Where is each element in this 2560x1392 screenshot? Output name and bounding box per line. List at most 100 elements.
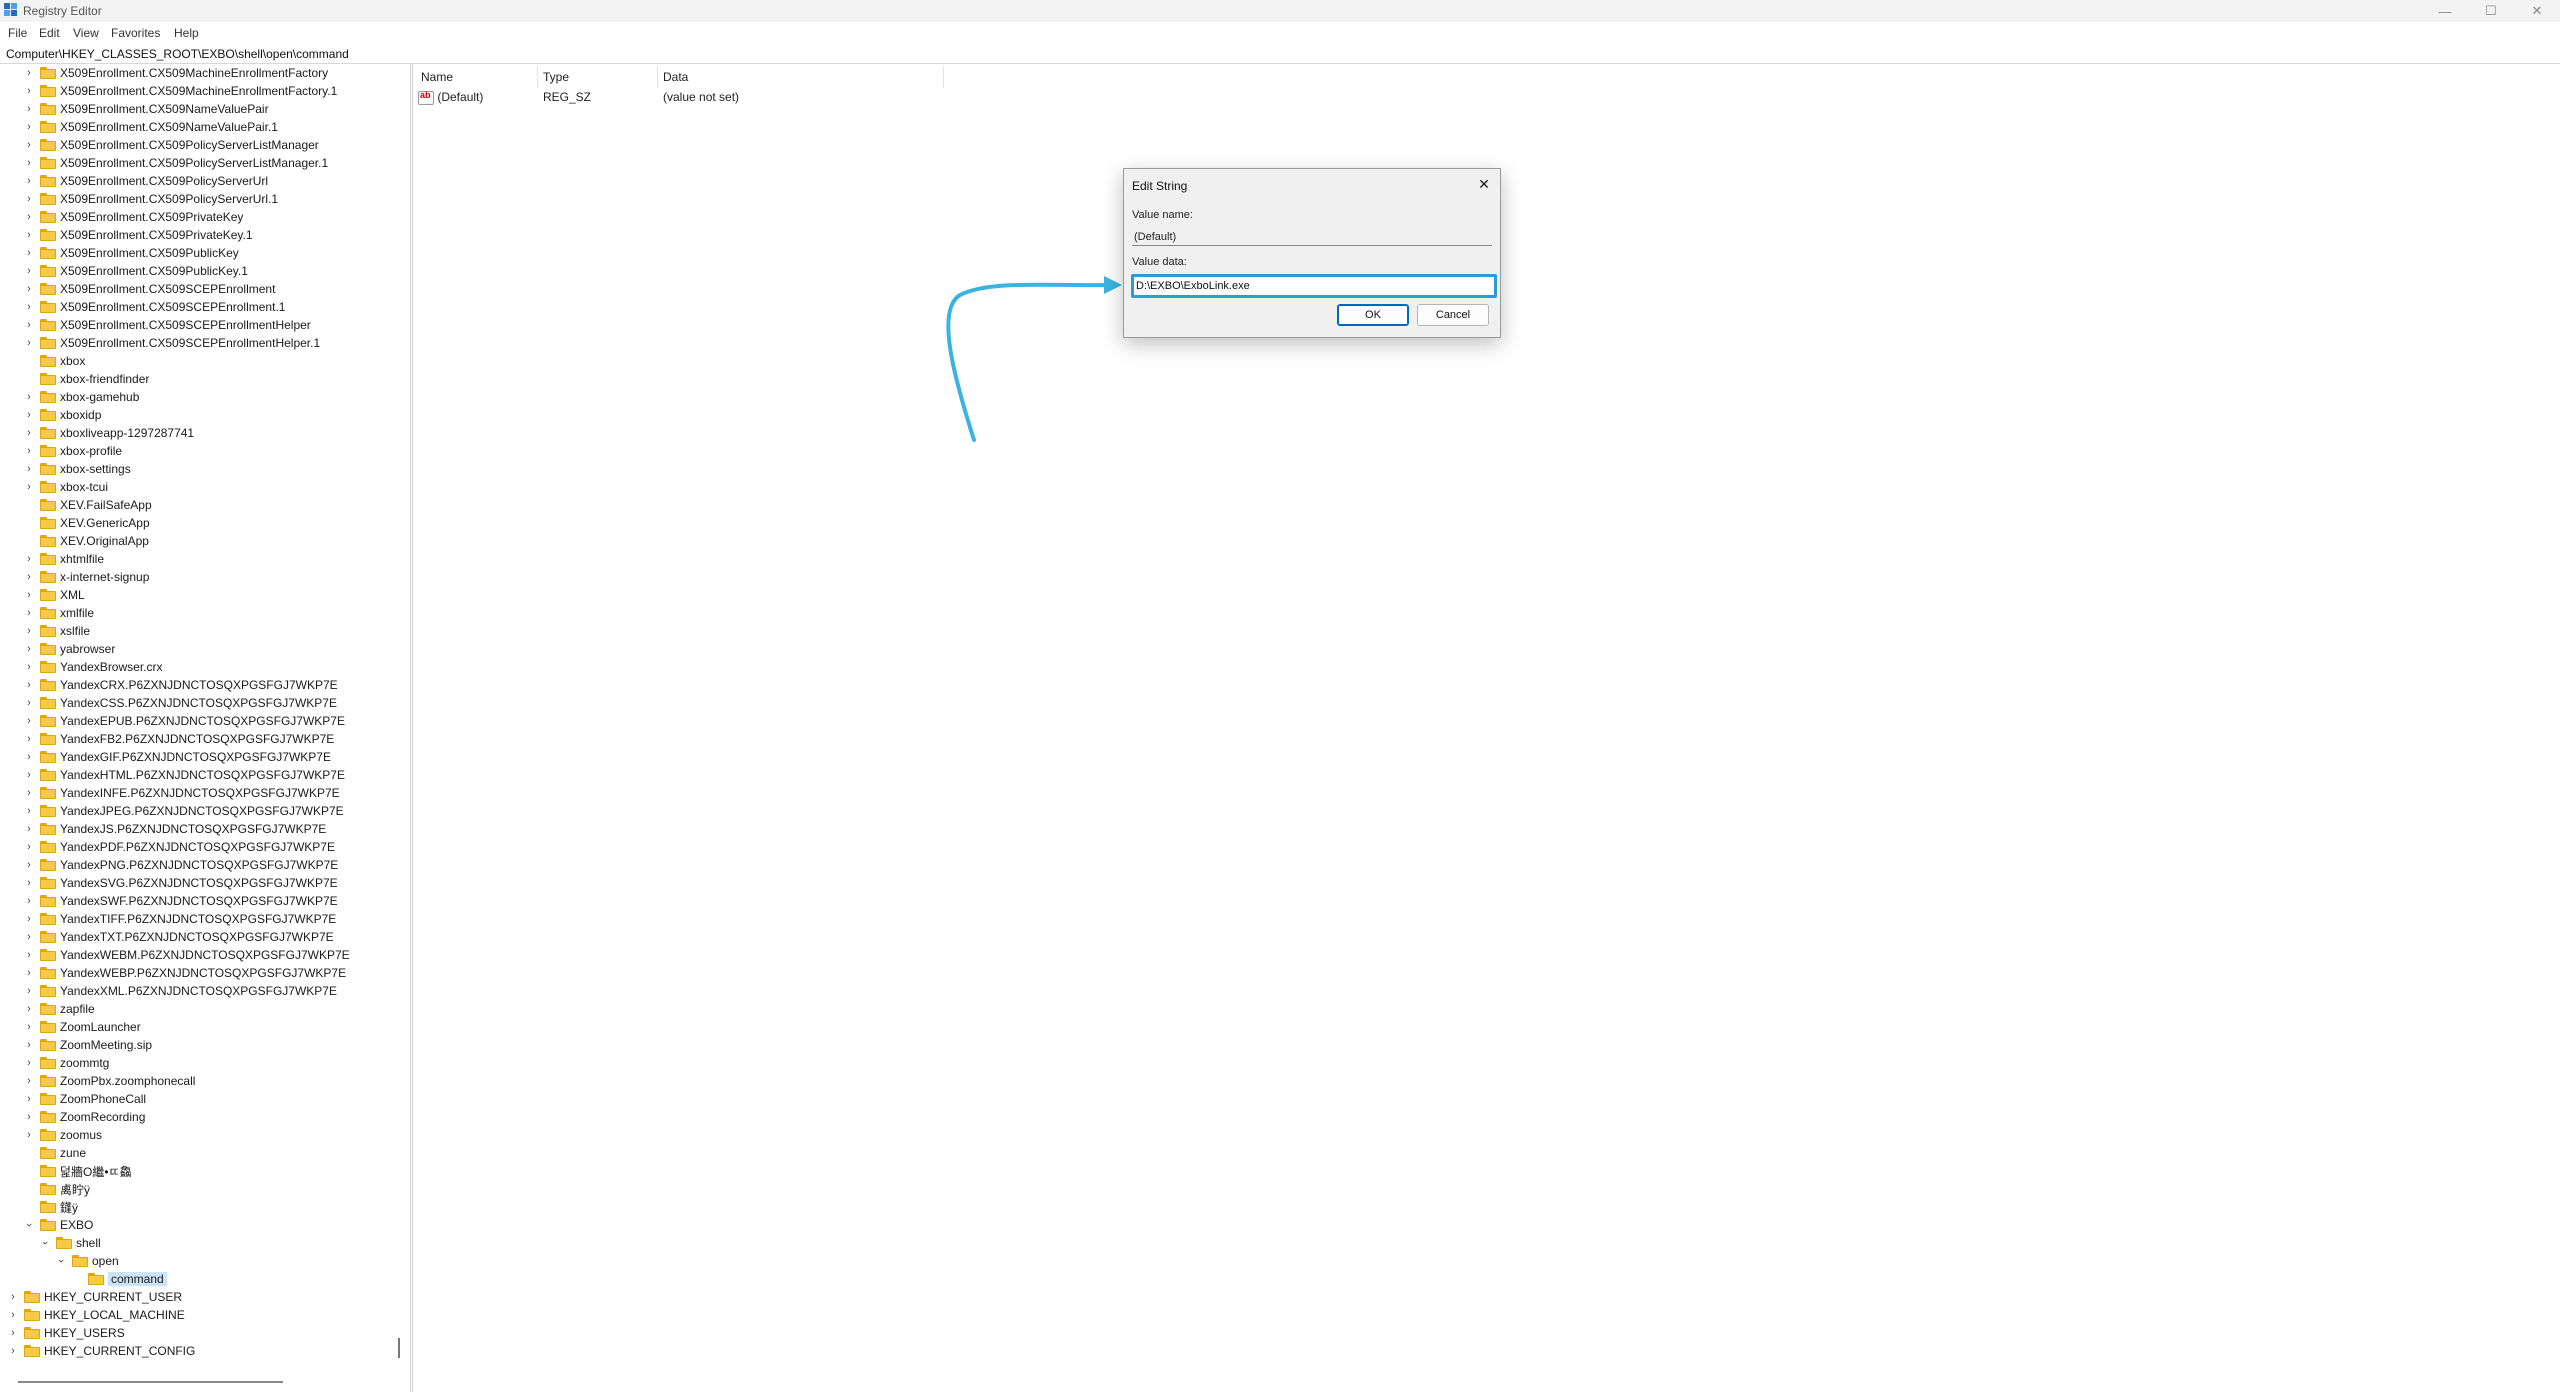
tree-item[interactable]: › zoommtg [24, 1054, 109, 1072]
tree-item[interactable]: › YandexBrowser.crx [24, 658, 162, 676]
chevron-right-icon[interactable]: › [24, 193, 34, 205]
chevron-right-icon[interactable]: › [24, 1003, 34, 1015]
chevron-right-icon[interactable]: › [24, 931, 34, 943]
chevron-right-icon[interactable]: › [24, 229, 34, 241]
chevron-right-icon[interactable]: › [24, 211, 34, 223]
ok-button[interactable]: OK [1337, 304, 1409, 326]
chevron-right-icon[interactable]: › [24, 1039, 34, 1051]
chevron-right-icon[interactable]: › [24, 877, 34, 889]
tree-item[interactable]: › YandexWEBP.P6ZXNJDNCTOSQXPGSFGJ7WKP7E [24, 964, 346, 982]
cancel-button[interactable]: Cancel [1417, 304, 1489, 326]
tree-item[interactable]: › YandexSVG.P6ZXNJDNCTOSQXPGSFGJ7WKP7E [24, 874, 337, 892]
tree-item[interactable]: xbox-friendfinder [24, 370, 149, 388]
tree-item[interactable]: › zapfile [24, 1000, 95, 1018]
chevron-right-icon[interactable]: › [24, 715, 34, 727]
tree-item[interactable]: › ZoomLauncher [24, 1018, 141, 1036]
tree-item[interactable]: › X509Enrollment.CX509PublicKey.1 [24, 262, 248, 280]
tree-item[interactable]: › xhtmlfile [24, 550, 104, 568]
chevron-right-icon[interactable]: › [24, 265, 34, 277]
menu-view[interactable]: View [73, 26, 99, 40]
tree-item[interactable]: › X509Enrollment.CX509SCEPEnrollment.1 [24, 298, 285, 316]
chevron-right-icon[interactable]: › [24, 1129, 34, 1141]
tree-item[interactable]: › YandexPNG.P6ZXNJDNCTOSQXPGSFGJ7WKP7E [24, 856, 338, 874]
tree-item[interactable]: › X509Enrollment.CX509PolicyServerListMan… [24, 154, 328, 172]
chevron-right-icon[interactable]: › [24, 751, 34, 763]
tree-item[interactable]: › xslfile [24, 622, 90, 640]
tree-item[interactable]: › X509Enrollment.CX509MachineEnrollmentFa… [24, 82, 337, 100]
tree-item[interactable]: XEV.OriginalApp [24, 532, 149, 550]
tree-vertical-scrollbar[interactable] [398, 1338, 400, 1358]
tree-item[interactable]: › x-internet-signup [24, 568, 149, 586]
tree-item[interactable]: › YandexPDF.P6ZXNJDNCTOSQXPGSFGJ7WKP7E [24, 838, 335, 856]
tree-item[interactable]: › X509Enrollment.CX509SCEPEnrollment [24, 280, 275, 298]
column-header-data[interactable]: Data [663, 70, 688, 84]
tree-item[interactable]: › X509Enrollment.CX509PolicyServerUrl.1 [24, 190, 278, 208]
tree-item[interactable]: › HKEY_USERS [8, 1324, 125, 1342]
tree-item[interactable]: › xbox-settings [24, 460, 131, 478]
tree-item[interactable]: XEV.FailSafeApp [24, 496, 152, 514]
chevron-right-icon[interactable]: › [24, 1057, 34, 1069]
tree-item[interactable]: › YandexTIFF.P6ZXNJDNCTOSQXPGSFGJ7WKP7E [24, 910, 336, 928]
tree-item[interactable]: › X509Enrollment.CX509SCEPEnrollmentHelpe… [24, 334, 320, 352]
chevron-right-icon[interactable]: › [24, 319, 34, 331]
tree-item[interactable]: › YandexEPUB.P6ZXNJDNCTOSQXPGSFGJ7WKP7E [24, 712, 345, 730]
chevron-right-icon[interactable]: › [24, 1111, 34, 1123]
chevron-right-icon[interactable]: › [24, 1075, 34, 1087]
chevron-right-icon[interactable]: › [24, 1093, 34, 1105]
chevron-right-icon[interactable]: › [24, 607, 34, 619]
chevron-right-icon[interactable]: › [24, 985, 34, 997]
chevron-right-icon[interactable]: › [24, 283, 34, 295]
tree-item[interactable]: › X509Enrollment.CX509PrivateKey.1 [24, 226, 252, 244]
chevron-down-icon[interactable]: › [39, 1238, 51, 1248]
tree-item[interactable]: › xbox-tcui [24, 478, 108, 496]
chevron-right-icon[interactable]: › [24, 967, 34, 979]
tree-item[interactable]: › YandexTXT.P6ZXNJDNCTOSQXPGSFGJ7WKP7E [24, 928, 333, 946]
dialog-close-button[interactable]: ✕ [1472, 173, 1496, 195]
tree-item[interactable]: › ZoomPbx.zoomphonecall [24, 1072, 195, 1090]
chevron-right-icon[interactable]: › [24, 247, 34, 259]
maximize-button[interactable]: ☐ [2468, 0, 2514, 22]
tree-horizontal-scrollbar[interactable] [18, 1381, 283, 1383]
chevron-right-icon[interactable]: › [24, 553, 34, 565]
column-divider[interactable] [657, 66, 658, 88]
minimize-button[interactable]: — [2422, 0, 2468, 22]
chevron-right-icon[interactable]: › [24, 481, 34, 493]
tree-item[interactable]: zune [24, 1144, 86, 1162]
value-data-input[interactable] [1131, 274, 1497, 298]
tree-item[interactable]: › X509Enrollment.CX509NameValuePair.1 [24, 118, 278, 136]
chevron-right-icon[interactable]: › [24, 391, 34, 403]
tree-item[interactable]: 덡牆O繼•ㄸ鱻 [24, 1162, 132, 1180]
chevron-right-icon[interactable]: › [24, 625, 34, 637]
close-button[interactable]: ✕ [2514, 0, 2560, 22]
registry-tree[interactable]: › X509Enrollment.CX509MachineEnrollmentFa… [0, 64, 411, 1392]
tree-item[interactable]: › YandexGIF.P6ZXNJDNCTOSQXPGSFGJ7WKP7E [24, 748, 331, 766]
chevron-right-icon[interactable]: › [24, 571, 34, 583]
chevron-right-icon[interactable]: › [24, 67, 34, 79]
tree-item[interactable]: › YandexINFE.P6ZXNJDNCTOSQXPGSFGJ7WKP7E [24, 784, 339, 802]
column-divider[interactable] [943, 66, 944, 88]
tree-item[interactable]: › xbox-profile [24, 442, 122, 460]
chevron-right-icon[interactable]: › [8, 1327, 18, 1339]
menu-help[interactable]: Help [174, 26, 199, 40]
chevron-down-icon[interactable]: › [55, 1256, 67, 1266]
tree-item[interactable]: › XML [24, 586, 85, 604]
chevron-right-icon[interactable]: › [8, 1309, 18, 1321]
tree-item[interactable]: › YandexJPEG.P6ZXNJDNCTOSQXPGSFGJ7WKP7E [24, 802, 343, 820]
column-divider[interactable] [537, 66, 538, 88]
tree-item[interactable]: XEV.GenericApp [24, 514, 150, 532]
tree-item[interactable]: › YandexCRX.P6ZXNJDNCTOSQXPGSFGJ7WKP7E [24, 676, 337, 694]
chevron-right-icon[interactable]: › [24, 679, 34, 691]
tree-item[interactable]: › YandexSWF.P6ZXNJDNCTOSQXPGSFGJ7WKP7E [24, 892, 337, 910]
tree-item[interactable]: › X509Enrollment.CX509NameValuePair [24, 100, 268, 118]
chevron-right-icon[interactable]: › [24, 85, 34, 97]
menu-edit[interactable]: Edit [39, 26, 60, 40]
chevron-right-icon[interactable]: › [24, 445, 34, 457]
chevron-right-icon[interactable]: › [24, 121, 34, 133]
chevron-right-icon[interactable]: › [24, 409, 34, 421]
tree-item[interactable]: ٰ鑝ÿ [24, 1198, 78, 1216]
chevron-right-icon[interactable]: › [24, 1021, 34, 1033]
chevron-right-icon[interactable]: › [24, 337, 34, 349]
chevron-right-icon[interactable]: › [24, 769, 34, 781]
menu-file[interactable]: File [8, 26, 27, 40]
chevron-right-icon[interactable]: › [24, 301, 34, 313]
